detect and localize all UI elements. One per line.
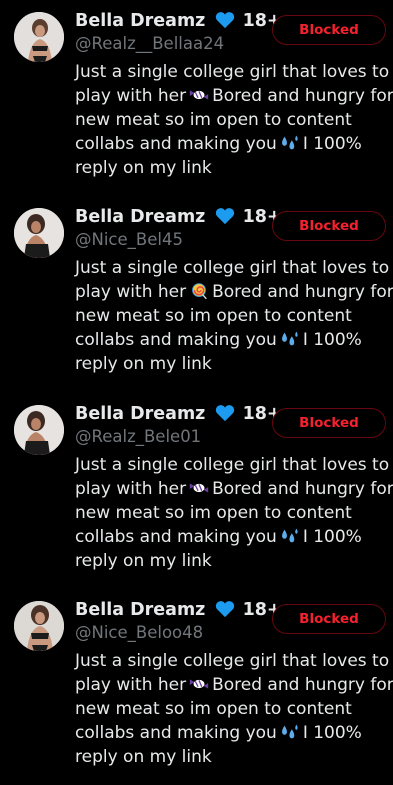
bio-line: new meat so im open to content bbox=[75, 110, 352, 130]
bio-line: play with her Bored and hungry for bbox=[75, 86, 393, 106]
bio-line: reply on my link bbox=[75, 551, 212, 571]
bio-line: play with her Bored and hungry for bbox=[75, 282, 393, 302]
account-row[interactable]: Bella Dreamz 18+ @Realz__Bellaa24 Blocke… bbox=[0, 0, 393, 196]
bio: Just a single college girl that loves to… bbox=[75, 453, 393, 573]
blocked-button[interactable]: Blocked bbox=[272, 15, 386, 45]
handle: @Realz_Bele01 bbox=[75, 427, 202, 446]
display-name: Bella Dreamz bbox=[75, 404, 206, 424]
blocked-button[interactable]: Blocked bbox=[272, 604, 386, 634]
display-name-line[interactable]: Bella Dreamz 18+ bbox=[75, 401, 282, 427]
blue-heart-icon bbox=[216, 405, 235, 422]
bio-line: new meat so im open to content bbox=[75, 306, 352, 326]
bio-line: Just a single college girl that loves to bbox=[75, 62, 390, 82]
display-name: Bella Dreamz bbox=[75, 207, 206, 227]
handle: @Realz__Bellaa24 bbox=[75, 34, 225, 53]
bio-line: reply on my link bbox=[75, 747, 212, 767]
avatar-photo bbox=[14, 12, 64, 62]
avatar[interactable] bbox=[14, 601, 64, 651]
avatar[interactable] bbox=[14, 12, 64, 62]
avatar[interactable] bbox=[14, 208, 64, 258]
blue-heart-icon bbox=[216, 601, 235, 618]
bio-line: reply on my link bbox=[75, 354, 212, 374]
lollipop-icon bbox=[192, 283, 207, 300]
blocked-button[interactable]: Blocked bbox=[272, 211, 386, 241]
sweat-droplets-icon bbox=[281, 528, 298, 543]
bio: Just a single college girl that loves to… bbox=[75, 60, 393, 180]
avatar-photo bbox=[14, 601, 64, 651]
bio-line: collabs and making you I 100% bbox=[75, 134, 362, 154]
sweat-droplets-icon bbox=[281, 724, 298, 739]
sweat-droplets-icon bbox=[281, 135, 298, 150]
bio-line: new meat so im open to content bbox=[75, 699, 352, 719]
sweat-droplets-icon bbox=[281, 331, 298, 346]
account-row[interactable]: Bella Dreamz 18+ @Nice_Beloo48 Blocked J… bbox=[0, 589, 393, 785]
candy-icon bbox=[189, 679, 209, 689]
bio-line: new meat so im open to content bbox=[75, 503, 352, 523]
candy-icon bbox=[189, 483, 209, 493]
display-name-line[interactable]: Bella Dreamz 18+ bbox=[75, 204, 282, 230]
avatar-photo bbox=[14, 405, 64, 455]
avatar-photo bbox=[14, 208, 64, 258]
handle: @Nice_Beloo48 bbox=[75, 623, 204, 642]
display-name: Bella Dreamz bbox=[75, 11, 206, 31]
display-name: Bella Dreamz bbox=[75, 600, 206, 620]
handle: @Nice_Bel45 bbox=[75, 230, 183, 249]
bio-line: play with her Bored and hungry for bbox=[75, 675, 393, 695]
bio-line: Just a single college girl that loves to bbox=[75, 455, 390, 475]
blue-heart-icon bbox=[216, 12, 235, 29]
account-row[interactable]: Bella Dreamz 18+ @Realz_Bele01 Blocked J… bbox=[0, 393, 393, 589]
bio-line: play with her Bored and hungry for bbox=[75, 479, 393, 499]
bio: Just a single college girl that loves to… bbox=[75, 256, 393, 376]
account-row[interactable]: Bella Dreamz 18+ @Nice_Bel45 Blocked Jus… bbox=[0, 196, 393, 392]
bio-line: collabs and making you I 100% bbox=[75, 330, 362, 350]
display-name-line[interactable]: Bella Dreamz 18+ bbox=[75, 597, 282, 623]
bio-line: Just a single college girl that loves to bbox=[75, 651, 390, 671]
bio-line: reply on my link bbox=[75, 158, 212, 178]
avatar[interactable] bbox=[14, 405, 64, 455]
blocked-button[interactable]: Blocked bbox=[272, 408, 386, 438]
bio: Just a single college girl that loves to… bbox=[75, 649, 393, 769]
display-name-line[interactable]: Bella Dreamz 18+ bbox=[75, 8, 282, 34]
blue-heart-icon bbox=[216, 208, 235, 225]
candy-icon bbox=[189, 90, 209, 100]
bio-line: Just a single college girl that loves to bbox=[75, 258, 390, 278]
bio-line: collabs and making you I 100% bbox=[75, 527, 362, 547]
bio-line: collabs and making you I 100% bbox=[75, 723, 362, 743]
